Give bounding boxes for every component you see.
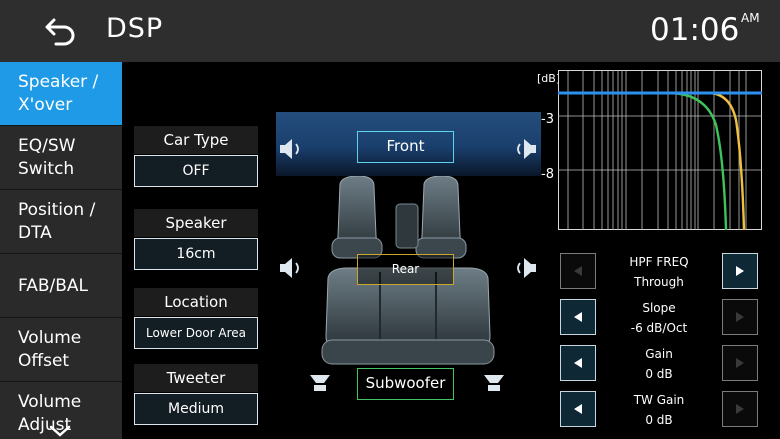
sidebar-item-speaker-xover[interactable]: Speaker / X'over [0, 62, 122, 126]
scroll-down-chevron-icon[interactable] [48, 424, 72, 438]
location-label: Location [134, 288, 258, 316]
sidebar-item-label: EQ/SW [18, 136, 76, 156]
left-arrow-icon [574, 312, 582, 322]
graph-tick-label: -8 [541, 167, 554, 182]
clock: 01:06 [650, 12, 740, 48]
sidebar-item-fab-bal[interactable]: FAB/BAL [0, 254, 122, 318]
sidebar-item-label: FAB/BAL [18, 276, 89, 296]
sidebar-item-label: Volume [18, 328, 82, 348]
tw-gain-decrease-button[interactable] [560, 391, 596, 427]
gain-value: 0 dB [645, 367, 673, 381]
rear-right-speaker-icon[interactable] [510, 256, 538, 280]
rear-zone-button[interactable]: Rear [357, 254, 454, 285]
gain-decrease-button[interactable] [560, 345, 596, 381]
tweeter-label: Tweeter [134, 364, 258, 392]
sidebar-item-label: X'over [18, 95, 73, 115]
hpf-freq-increase-button[interactable] [722, 253, 758, 289]
subwoofer-zone-button[interactable]: Subwoofer [357, 368, 454, 400]
front-left-speaker-icon[interactable] [278, 137, 306, 161]
sidebar-item-label: Position / [18, 200, 96, 220]
back-arrow-icon[interactable] [44, 16, 78, 46]
front-right-speaker-icon[interactable] [510, 137, 538, 161]
right-arrow-icon [736, 358, 744, 368]
sidebar-item-volume-offset[interactable]: Volume Offset [0, 318, 122, 382]
hpf-freq-decrease-button[interactable] [560, 253, 596, 289]
sidebar-item-label: Volume [18, 392, 82, 412]
tw-gain-value: 0 dB [645, 413, 673, 427]
graph-tick-label: -3 [541, 112, 554, 127]
hpf-freq-label: HPF FREQ [629, 255, 689, 269]
sidebar-item-eq-sw-switch[interactable]: EQ/SW Switch [0, 126, 122, 190]
sidebar-item-position-dta[interactable]: Position / DTA [0, 190, 122, 254]
slope-increase-button[interactable] [722, 299, 758, 335]
tweeter-button[interactable]: Medium [134, 393, 258, 425]
tw-gain-increase-button[interactable] [722, 391, 758, 427]
subwoofer-left-icon[interactable] [306, 371, 334, 395]
sidebar: Speaker / X'over EQ/SW Switch Position /… [0, 62, 122, 439]
right-arrow-icon [736, 404, 744, 414]
clock-ampm: AM [741, 11, 760, 25]
car-type-label: Car Type [134, 126, 258, 154]
location-button[interactable]: Lower Door Area [134, 317, 258, 349]
slope-label: Slope [642, 301, 676, 315]
slope-decrease-button[interactable] [560, 299, 596, 335]
sidebar-item-label: Speaker / [18, 72, 99, 92]
gain-increase-button[interactable] [722, 345, 758, 381]
page-title: DSP [106, 13, 164, 44]
speaker-button[interactable]: 16cm [134, 238, 258, 270]
right-arrow-icon [736, 266, 744, 276]
right-arrow-icon [736, 312, 744, 322]
slope-value: -6 dB/Oct [630, 321, 688, 335]
header-bar: DSP 01:06 AM [0, 0, 780, 62]
rear-left-speaker-icon[interactable] [278, 256, 306, 280]
subwoofer-right-icon[interactable] [480, 371, 508, 395]
left-arrow-icon [574, 404, 582, 414]
left-arrow-icon [574, 266, 582, 276]
hpf-freq-value: Through [634, 275, 684, 289]
tw-gain-label: TW Gain [633, 393, 685, 407]
sidebar-item-label: DTA [18, 223, 52, 243]
sidebar-item-label: Switch [18, 159, 75, 179]
frequency-response-graph [558, 70, 762, 230]
gain-label: Gain [645, 347, 673, 361]
front-zone-button[interactable]: Front [357, 131, 454, 163]
left-arrow-icon [574, 358, 582, 368]
graph-unit-label: [dB] [537, 72, 561, 85]
car-type-button[interactable]: OFF [134, 155, 258, 187]
sidebar-item-label: Offset [18, 351, 70, 371]
speaker-label: Speaker [134, 209, 258, 237]
